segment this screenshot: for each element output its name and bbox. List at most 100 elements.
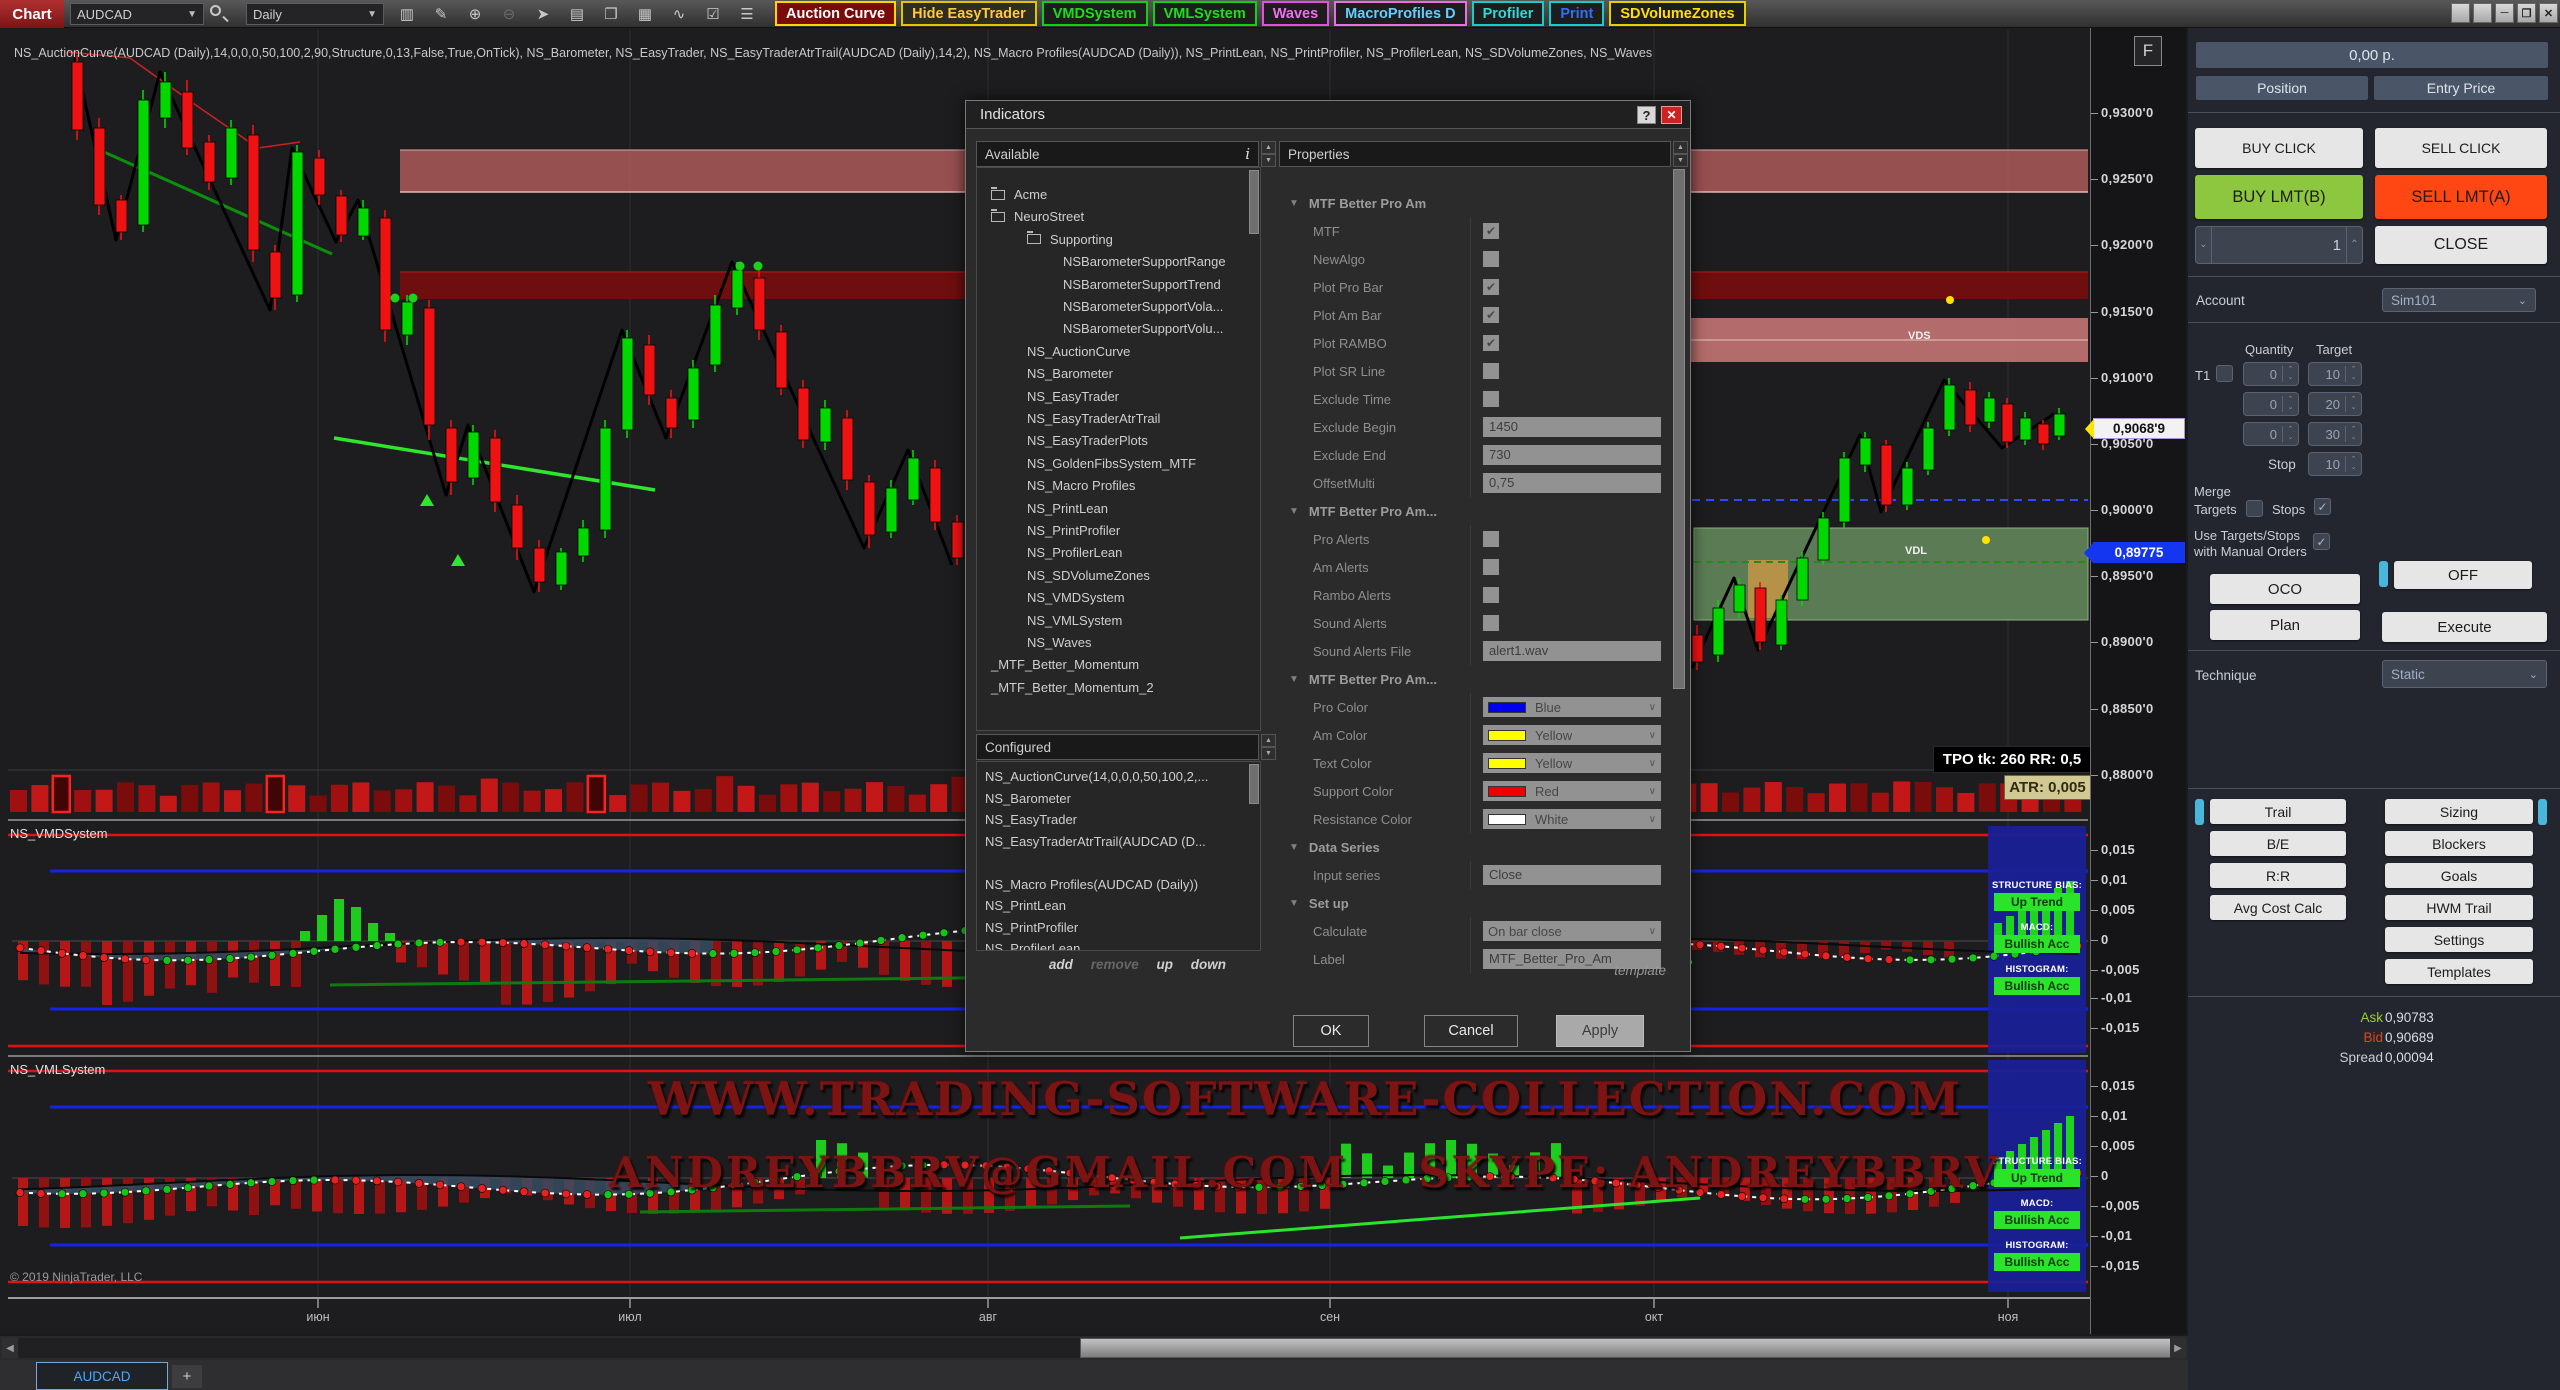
configured-item[interactable] [977, 852, 1260, 873]
settings-button[interactable]: Settings [2385, 927, 2533, 952]
scroll-down-icon[interactable]: ▼ [1261, 747, 1276, 760]
toolbar-button-sdvolumezones[interactable]: SDVolumeZones [1609, 1, 1745, 26]
available-item[interactable]: NS_Macro Profiles [977, 475, 1260, 496]
stepper-up-icon[interactable]: ⌃ [2346, 227, 2362, 263]
add-tab-button[interactable]: + [172, 1365, 202, 1388]
interval-selector[interactable]: Daily ▼ [246, 3, 384, 25]
available-item[interactable]: NS_VMDSystem [977, 587, 1260, 608]
tab-audcad[interactable]: AUDCAD [36, 1362, 168, 1390]
plan-button[interactable]: Plan [2210, 610, 2360, 640]
scroll-down-icon[interactable]: ▼ [1673, 154, 1688, 167]
color-dropdown[interactable]: Yellow∨ [1483, 725, 1661, 745]
scrollbar-track[interactable] [18, 1338, 2168, 1358]
scroll-up-icon[interactable]: ▲ [1261, 734, 1276, 747]
b-e-button[interactable]: B/E [2210, 831, 2346, 856]
color-dropdown[interactable]: White∨ [1483, 809, 1661, 829]
available-item[interactable]: NSBarometerSupportRange [977, 251, 1260, 272]
account-selector[interactable]: Sim101 ⌄ [2382, 288, 2536, 312]
blockers-button[interactable]: Blockers [2385, 831, 2533, 856]
configured-item[interactable]: NS_PrintProfiler [977, 917, 1260, 938]
scrollbar-thumb[interactable] [1080, 1338, 2186, 1358]
property-field[interactable]: 1450 [1483, 417, 1661, 437]
close-icon[interactable]: ✕ [1661, 106, 1682, 124]
scroll-right-icon[interactable]: ▶ [2170, 1338, 2186, 1358]
toolbar-button-hide-easytrader[interactable]: Hide EasyTrader [901, 1, 1037, 26]
property-field[interactable]: 730 [1483, 445, 1661, 465]
property-checkbox[interactable] [1483, 391, 1499, 407]
zoom-in-icon[interactable]: ⊕ [460, 2, 490, 26]
technique-selector[interactable]: Static ⌄ [2382, 660, 2547, 688]
add-link[interactable]: add [1049, 957, 1073, 972]
scroll-down-icon[interactable]: ▼ [1261, 154, 1276, 167]
minimize-icon[interactable]: ─ [2495, 3, 2514, 23]
target-spinner-3[interactable]: 30⌃⌄ [2308, 422, 2362, 446]
toolbar-button-profiler[interactable]: Profiler [1472, 1, 1545, 26]
available-item[interactable]: NSBarometerSupportVolu... [977, 318, 1260, 339]
sizing-button[interactable]: Sizing [2385, 799, 2533, 824]
available-list[interactable]: AcmeNeuroStreetSupportingNSBarometerSupp… [976, 167, 1261, 731]
available-item[interactable]: NS_Barometer [977, 363, 1260, 384]
position-button[interactable]: Position [2196, 76, 2368, 100]
merge-targets-checkbox[interactable] [2246, 500, 2263, 517]
property-field[interactable]: Close [1483, 865, 1661, 885]
available-item[interactable]: NS_EasyTraderPlots [977, 430, 1260, 451]
collapse-icon[interactable]: ▼ [1289, 674, 1299, 685]
quantity-spinner-1[interactable]: 0⌃⌄ [2243, 362, 2299, 386]
toolbar-button-vmdsystem[interactable]: VMDSystem [1042, 1, 1148, 26]
dock-icon[interactable] [2473, 3, 2492, 23]
restore-icon[interactable]: ❐ [2517, 3, 2536, 23]
off-button[interactable]: OFF [2394, 561, 2532, 589]
available-item[interactable]: NS_VMLSystem [977, 610, 1260, 631]
merge-stops-checkbox[interactable]: ✓ [2314, 498, 2331, 515]
collapse-icon[interactable]: ▼ [1289, 842, 1299, 853]
scroll-left-icon[interactable]: ◀ [2, 1338, 18, 1358]
stepper-arrows-icon[interactable]: ⌃⌄ [2345, 456, 2361, 472]
off-toggle-indicator[interactable] [2379, 561, 2388, 587]
hwm-trail-button[interactable]: HWM Trail [2385, 895, 2533, 920]
toolbar-button-macroprofiles-d[interactable]: MacroProfiles D [1334, 1, 1466, 26]
property-group-header[interactable]: ▼Set up [1279, 889, 1671, 917]
cursor-icon[interactable]: ➤ [528, 2, 558, 26]
configured-item[interactable]: NS_EasyTraderAtrTrail(AUDCAD (D... [977, 831, 1260, 852]
oco-button[interactable]: OCO [2210, 574, 2360, 604]
property-checkbox[interactable]: ✔ [1483, 307, 1499, 323]
help-icon[interactable]: ? [1637, 106, 1656, 124]
configured-item[interactable]: NS_ProfilerLean [977, 938, 1260, 951]
quantity-spinner-3[interactable]: 0⌃⌄ [2243, 422, 2299, 446]
available-item[interactable]: NS_Waves [977, 632, 1260, 653]
templates-button[interactable]: Templates [2385, 959, 2533, 984]
apply-button[interactable]: Apply [1556, 1015, 1644, 1047]
available-item[interactable]: NS_EasyTrader [977, 386, 1260, 407]
r-r-button[interactable]: R:R [2210, 863, 2346, 888]
property-group-header[interactable]: ▼MTF Better Pro Am... [1279, 497, 1671, 525]
property-checkbox[interactable]: ✔ [1483, 223, 1499, 239]
price-axis[interactable]: 0,9300'00,9250'00,9200'00,9150'00,9100'0… [2090, 28, 2186, 1334]
dock-icon[interactable] [2451, 3, 2470, 23]
buy-click-button[interactable]: BUY CLICK [2195, 128, 2363, 168]
configured-item[interactable]: NS_AuctionCurve(14,0,0,0,50,100,2,... [977, 766, 1260, 787]
property-group-header[interactable]: ▼Data Series [1279, 833, 1671, 861]
available-item[interactable]: NSBarometerSupportVola... [977, 296, 1260, 317]
up-link[interactable]: up [1156, 957, 1173, 972]
collapse-icon[interactable]: ▼ [1289, 898, 1299, 909]
configured-list[interactable]: NS_AuctionCurve(14,0,0,0,50,100,2,... NS_… [976, 761, 1261, 951]
configured-item[interactable]: NS_Macro Profiles(AUDCAD (Daily)) [977, 874, 1260, 895]
trail-button[interactable]: Trail [2210, 799, 2346, 824]
available-item[interactable]: NS_PrintProfiler [977, 520, 1260, 541]
sell-click-button[interactable]: SELL CLICK [2375, 128, 2547, 168]
horizontal-scrollbar[interactable]: ◀ ▶ [0, 1336, 2188, 1360]
search-icon[interactable] [210, 5, 234, 25]
target-spinner-1[interactable]: 10⌃⌄ [2308, 362, 2362, 386]
toolbar-button-auction-curve[interactable]: Auction Curve [775, 1, 896, 26]
available-item[interactable]: Supporting [977, 229, 1260, 250]
down-link[interactable]: down [1191, 957, 1226, 972]
collapse-icon[interactable]: ▼ [1289, 506, 1299, 517]
panel-icon[interactable]: ❐ [596, 2, 626, 26]
available-item[interactable]: NS_ProfilerLean [977, 542, 1260, 563]
available-item[interactable]: _MTF_Better_Momentum_2 [977, 677, 1260, 698]
color-dropdown[interactable]: Red∨ [1483, 781, 1661, 801]
goals-button[interactable]: Goals [2385, 863, 2533, 888]
property-checkbox[interactable] [1483, 559, 1499, 575]
configured-item[interactable]: NS_PrintLean [977, 895, 1260, 916]
properties-scroll[interactable]: ▲ ▼ [1673, 141, 1688, 167]
